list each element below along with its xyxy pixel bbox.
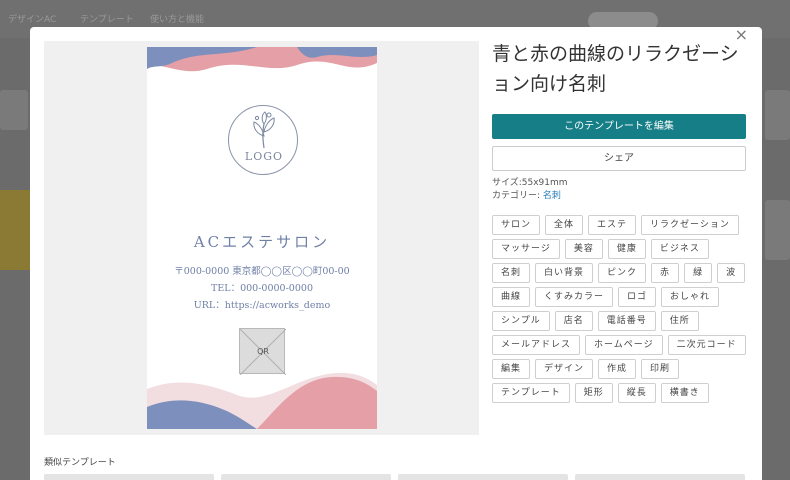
tag-item[interactable]: サロン — [492, 215, 541, 235]
template-meta: サイズ:55x91mm カテゴリー: 名刺 — [492, 177, 748, 203]
tag-item[interactable]: 曲線 — [492, 287, 531, 307]
tag-item[interactable]: 印刷 — [641, 359, 680, 379]
tag-item[interactable]: くすみカラー — [535, 287, 614, 307]
tag-item[interactable]: ロゴ — [618, 287, 657, 307]
share-button[interactable]: シェア — [492, 146, 746, 171]
tag-item[interactable]: 二次元コード — [667, 335, 746, 355]
tag-item[interactable]: リラクゼーション — [641, 215, 739, 235]
category-row: カテゴリー: 名刺 — [492, 190, 748, 203]
tag-item[interactable]: 波 — [717, 263, 746, 283]
edit-template-button[interactable]: このテンプレートを編集 — [492, 114, 746, 139]
template-modal: × LOGO ACエステサロン 〒000-0000 東京都◯◯区◯◯町00-00… — [30, 27, 762, 480]
logo-emblem: LOGO — [228, 105, 298, 175]
similar-template-thumbnail[interactable] — [575, 474, 745, 480]
background-nav-item: 使い方と機能 — [150, 15, 205, 25]
tel-line: TEL：000-0000-0000 — [211, 283, 313, 294]
tag-item[interactable]: 電話番号 — [597, 311, 656, 331]
template-details: 青と赤の曲線のリラクゼーション向け名刺 このテンプレートを編集 シェア サイズ:… — [492, 41, 748, 403]
background-nav-item: テンプレート — [80, 15, 134, 25]
tag-item[interactable]: 矩形 — [574, 383, 613, 403]
background-logo-text: デザインAC — [8, 15, 57, 25]
tag-item[interactable]: テンプレート — [492, 383, 570, 403]
salon-name: ACエステサロン — [193, 233, 331, 251]
background-card — [765, 90, 790, 140]
tag-item[interactable]: 編集 — [492, 359, 531, 379]
bottom-wave-graphic — [147, 372, 377, 429]
category-link[interactable]: 名刺 — [543, 191, 561, 201]
tag-item[interactable]: 住所 — [660, 311, 699, 331]
size-text: サイズ:55x91mm — [492, 178, 568, 188]
template-title: 青と赤の曲線のリラクゼーション向け名刺 — [492, 43, 739, 95]
tag-item[interactable]: メールアドレス — [492, 335, 581, 355]
tag-item[interactable]: 美容 — [564, 239, 603, 259]
tag-item[interactable]: ビジネス — [650, 239, 709, 259]
tag-list: サロン 全体 エステ リラクゼーションマッサージ 美容 健康 ビジネス名刺 白い背景 ピンク赤緑… — [492, 215, 748, 403]
tag-item[interactable]: 縦長 — [617, 383, 656, 403]
url-line: URL：https://acworks_demo — [193, 300, 331, 311]
tag-item[interactable]: 名刺 — [492, 263, 531, 283]
tag-item[interactable]: デザイン — [535, 359, 594, 379]
flower-icon — [253, 111, 275, 149]
tag-item[interactable]: 全体 — [545, 215, 584, 235]
tag-item[interactable]: エステ — [588, 215, 637, 235]
tag-item[interactable]: 緑 — [684, 263, 713, 283]
similar-template-thumbnail[interactable] — [398, 474, 568, 480]
tag-item[interactable]: 作成 — [598, 359, 637, 379]
tag-item[interactable]: ピンク — [598, 263, 647, 283]
tag-item[interactable]: おしゃれ — [661, 287, 720, 307]
top-wave-graphic — [147, 47, 377, 72]
category-label: カテゴリー: — [492, 191, 541, 201]
address-line: 〒000-0000 東京都◯◯区◯◯町00-00 — [174, 266, 350, 277]
template-preview: LOGO ACエステサロン 〒000-0000 東京都◯◯区◯◯町00-00 T… — [44, 41, 479, 435]
tag-item[interactable]: 白い背景 — [535, 263, 594, 283]
similar-templates-heading: 類似テンプレート — [44, 458, 116, 468]
tag-item[interactable]: マッサージ — [492, 239, 560, 259]
background-card — [765, 200, 790, 260]
tag-item[interactable]: 健康 — [607, 239, 646, 259]
similar-template-thumbnail[interactable] — [44, 474, 214, 480]
business-card: LOGO ACエステサロン 〒000-0000 東京都◯◯区◯◯町00-00 T… — [147, 47, 377, 429]
tag-item[interactable]: ホームページ — [585, 335, 663, 355]
tag-item[interactable]: シンプル — [492, 311, 550, 331]
tag-item[interactable]: 店名 — [554, 311, 593, 331]
similar-template-thumbnail[interactable] — [221, 474, 391, 480]
logo-text: LOGO — [244, 150, 284, 163]
background-card — [0, 90, 28, 130]
qr-placeholder: QR — [239, 328, 286, 375]
tag-item[interactable]: 横書き — [660, 383, 709, 403]
qr-label: QR — [257, 347, 269, 356]
tag-item[interactable]: 赤 — [651, 263, 680, 283]
